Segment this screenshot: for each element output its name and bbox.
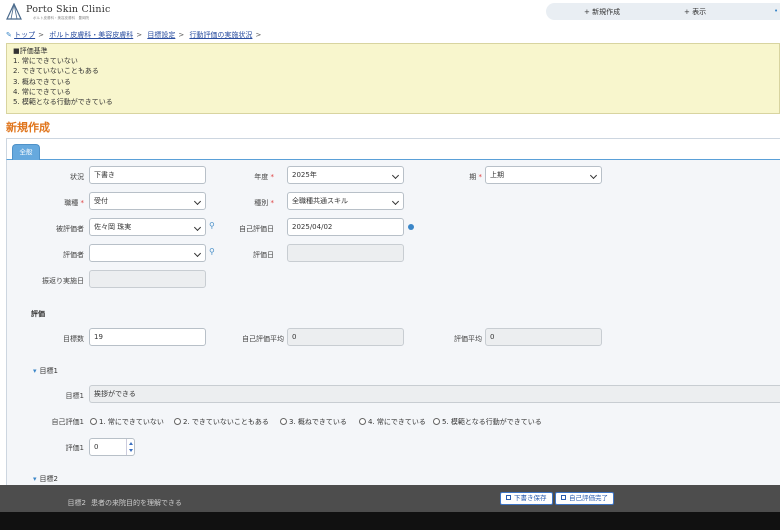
goal2-header[interactable]: ▾ 目標2 [33,474,58,484]
radio-icon [174,418,181,425]
self-eval-date-label: 自己評価日 [239,225,274,233]
goal1-label: 目標1 [65,392,84,400]
eval-date-field [287,244,404,262]
status-label: 状況 [70,173,84,181]
self-eval1-option[interactable]: 5. 模範となる行動ができている [433,417,542,427]
self-eval1-label: 自己評価1 [51,418,84,426]
clinic-subtitle: ポルト皮膚科・美容皮膚科 豊岡院 [33,16,89,20]
nav-view-button[interactable]: + 表示 [684,7,706,17]
radio-icon [359,418,366,425]
self-eval1-option[interactable]: 1. 常にできていない [90,417,164,427]
save-icon [506,495,511,500]
caret-down-icon: ▾ [33,475,37,483]
self-eval-complete-button[interactable]: 自己評価完了 [555,492,614,505]
stepper-arrows-icon[interactable] [126,439,134,455]
goal-count-label: 目標数 [63,335,84,343]
criteria-item: 2. できていないこともある [13,67,99,76]
self-eval1-option[interactable]: 3. 概ねできている [280,417,347,427]
eval-date-label: 評価日 [253,251,274,259]
self-eval1-option[interactable]: 4. 常にできている [359,417,426,427]
tab-general[interactable]: 全般 [12,144,40,160]
page-title: 新規作成 [6,121,50,134]
year-select[interactable]: 2025年 [287,166,404,184]
bottom-strip [0,512,780,530]
evaluation-criteria-box: ■評価基準 1. 常にできていない 2. できていないこともある 3. 概ねでき… [6,43,780,114]
review-date-label: 振返り実施日 [42,277,84,285]
year-label: 年度 * [254,173,274,181]
goal2-value: 患者の来院目的を理解できる [91,499,182,507]
breadcrumb-clinic[interactable]: ポルト皮膚科・美容皮膚科 [49,31,133,39]
job-label: 職種 * [64,199,84,207]
evaluatee-label: 被評価者 [56,225,84,233]
goal1-header[interactable]: ▾ 目標1 [33,366,58,376]
criteria-item: 3. 概ねできている [13,77,71,86]
radio-icon [90,418,97,425]
period-label: 期 * [469,173,482,181]
evaluator-label: 評価者 [63,251,84,259]
clinic-logo-icon[interactable] [5,2,23,23]
score1-label: 評価1 [65,444,84,452]
type-label: 種別 * [254,199,274,207]
evaluation-section-title: 評価 [31,310,45,318]
caret-down-icon: ▾ [33,367,37,375]
criteria-title: ■評価基準 [13,47,48,55]
evaluator-select[interactable] [89,244,206,262]
goal2-label: 目標2 [67,499,86,507]
clinic-name: Porto Skin Clinic [26,4,111,15]
type-select[interactable]: 全職種共通スキル [287,192,404,210]
breadcrumb-goals[interactable]: 目標設定 [147,31,175,39]
review-date-field [89,270,206,288]
app-header: Porto Skin Clinic ポルト皮膚科・美容皮膚科 豊岡院 + 新規作… [0,0,780,26]
eval-avg-label: 評価平均 [454,335,482,343]
breadcrumb-top[interactable]: トップ [14,31,35,39]
check-icon [561,495,566,500]
criteria-item: 1. 常にできていない [13,57,78,66]
period-select[interactable]: 上期 [485,166,602,184]
goal-count-field[interactable]: 19 [89,328,206,346]
radio-icon [280,418,287,425]
job-select[interactable]: 受付 [89,192,206,210]
breadcrumb-status[interactable]: 行動評価の実施状況 [189,31,252,39]
tab-bar: 全般 [6,138,780,160]
eval-avg-field: 0 [485,328,602,346]
nav-more-icon[interactable]: • [774,7,778,15]
goal1-field: 挨拶ができる [89,385,780,403]
evaluatee-select[interactable]: 佐々岡 珠実 [89,218,206,236]
criteria-item: 5. 模範となる行動ができている [13,98,113,107]
self-eval1-option[interactable]: 2. できていないこともある [174,417,269,427]
self-eval-date-field[interactable]: 2025/04/02 [287,218,404,236]
nav-new-button[interactable]: + 新規作成 [584,7,620,17]
top-nav: + 新規作成 + 表示 • [546,3,780,20]
self-avg-field: 0 [287,328,404,346]
criteria-item: 4. 常にできている [13,87,71,96]
self-avg-label: 自己評価平均 [242,335,284,343]
score1-stepper[interactable]: 0 [89,438,135,456]
info-icon[interactable] [408,224,414,230]
breadcrumb: ✎ トップ > ポルト皮膚科・美容皮膚科 > 目標設定 > 行動評価の実施状況 > [6,31,262,39]
pencil-icon: ✎ [6,31,12,39]
save-draft-button[interactable]: 下書き保存 [500,492,553,505]
status-field[interactable]: 下書き [89,166,206,184]
radio-icon [433,418,440,425]
